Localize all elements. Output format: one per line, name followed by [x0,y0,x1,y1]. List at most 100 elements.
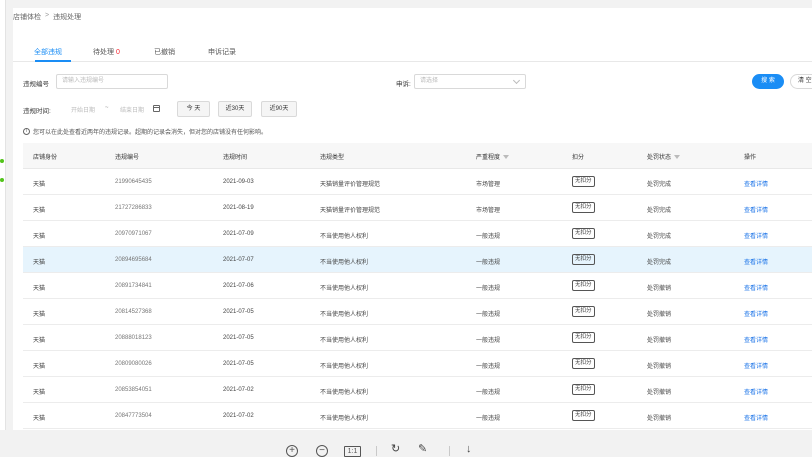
appeal-select[interactable]: 请选择 [414,74,526,89]
violation-time-label: 违规时间: [23,108,51,115]
table-row[interactable]: 天猫 20891734841 2021-07-06 不当使用他人权利 一般违规 无扣分 处罚… [23,273,812,299]
view-details-link[interactable]: 查看详情 [744,257,768,266]
col-violation-type: 违规类型 [320,155,345,161]
cell-violation-type: 不当使用他人权利 [320,260,369,266]
cell-violation-type: 不当使用他人权利 [320,286,369,292]
col-penalty-status[interactable]: 处罚状态 [647,152,681,161]
cell-violation-type: 不当使用他人权利 [320,312,369,318]
breadcrumb-separator: > [45,12,50,19]
table-row[interactable]: 天猫 20970971067 2021-07-09 不当使用他人权利 一般违规 无扣分 处罚… [23,221,812,247]
left-rail [0,0,6,430]
calendar-icon[interactable] [153,105,160,112]
violation-no-label: 违规编号 [23,81,49,88]
table-row[interactable]: 天猫 20894695684 2021-07-07 不当使用他人权利 一般违规 无扣分 处罚… [23,247,812,273]
col-penalty-status-label: 处罚状态 [647,155,672,161]
cell-shop-identity: 天猫 [33,182,46,188]
cell-violation-no: 20891734841 [115,283,152,289]
table-row[interactable]: 天猫 21727286833 2021-08-19 天猫销量评价管理规范 市场管理 无扣分… [23,195,812,221]
tab-appeal-records[interactable]: 申诉记录 [208,47,236,57]
cell-violation-no: 20888018123 [115,335,152,341]
cell-severity: 一般违规 [476,390,501,396]
view-details-link[interactable]: 查看详情 [744,231,768,240]
rotate-icon[interactable]: ↻ [391,442,400,455]
view-details-link[interactable]: 查看详情 [744,309,768,318]
cell-deduction: 无扣分 [572,280,595,291]
tab-revoked[interactable]: 已撤销 [154,47,175,57]
cell-severity: 市场管理 [476,208,501,214]
download-icon[interactable]: ↓ [466,443,472,455]
cell-violation-type: 不当使用他人权利 [320,364,369,370]
chevron-down-icon [512,76,521,85]
toolbar-divider [449,446,450,456]
cell-severity: 一般违规 [476,312,501,318]
cell-violation-type: 不当使用他人权利 [320,338,369,344]
last-30-days-chip[interactable]: 近30天 [218,101,252,117]
edit-icon[interactable]: ✎ [418,442,427,455]
info-icon: i [23,128,30,135]
cell-violation-no: 20853854051 [115,387,152,393]
table-row[interactable]: 天猫 20888018123 2021-07-05 不当使用他人权利 一般违规 无扣分 处罚… [23,325,812,351]
table-row[interactable]: 天猫 21990645435 2021-09-03 天猫销量评价管理规范 市场管理 无扣分… [23,169,812,195]
col-actions: 操作 [744,155,757,161]
cell-violation-no: 21990645435 [115,179,152,185]
view-details-link[interactable]: 查看详情 [744,283,768,292]
cell-deduction: 无扣分 [572,332,595,343]
col-shop-identity: 店铺身份 [33,155,58,161]
filter-icon[interactable] [674,154,681,159]
breadcrumb: 店铺体检 > 违规处理 [13,12,81,22]
status-dot [0,178,4,182]
cell-deduction: 无扣分 [572,228,595,239]
cell-penalty-status: 处罚撤销 [647,390,672,396]
cell-shop-identity: 天猫 [33,286,46,292]
cell-severity: 一般违规 [476,364,501,370]
cell-shop-identity: 天猫 [33,416,46,422]
view-details-link[interactable]: 查看详情 [744,413,768,422]
filter-icon[interactable] [503,154,510,159]
view-details-link[interactable]: 查看详情 [744,387,768,396]
tab-pending[interactable]: 待处理 0 [93,47,120,57]
view-details-link[interactable]: 查看详情 [744,205,768,214]
table-row[interactable]: 天猫 20809080026 2021-07-05 不当使用他人权利 一般违规 无扣分 处罚… [23,351,812,377]
view-details-link[interactable]: 查看详情 [744,179,768,188]
last-90-days-chip[interactable]: 近90天 [261,101,297,117]
zoom-in-icon[interactable]: + [286,445,298,457]
cell-violation-time: 2021-07-06 [223,283,254,289]
start-date-input[interactable]: 开始日期 [71,105,95,114]
status-dot [0,159,4,163]
cell-penalty-status: 处罚撤销 [647,312,672,318]
table-row[interactable]: 天猫 20814527368 2021-07-05 不当使用他人权利 一般违规 无扣分 处罚… [23,299,812,325]
cell-deduction: 无扣分 [572,306,595,317]
table-header: 店铺身份 违规编号 违规时间 违规类型 严重程度 扣分 处罚状态 操作 [23,143,812,169]
cell-violation-time: 2021-07-05 [223,335,254,341]
cell-violation-no: 20809080026 [115,361,152,367]
date-range-separator: ~ [105,105,109,111]
cell-deduction: 无扣分 [572,202,595,213]
col-violation-no: 违规编号 [115,155,140,161]
actual-size-icon[interactable]: 1:1 [344,446,361,457]
cell-violation-type: 天猫销量评价管理规范 [320,182,381,188]
cell-shop-identity: 天猫 [33,260,46,266]
cell-violation-time: 2021-07-05 [223,309,254,315]
cell-violation-no: 20970971067 [115,231,152,237]
reset-button[interactable]: 清 空 [790,74,812,89]
cell-shop-identity: 天猫 [33,234,46,240]
view-details-link[interactable]: 查看详情 [744,361,768,370]
violation-no-input[interactable]: 请输入违规编号 [56,74,168,89]
cell-violation-time: 2021-07-02 [223,387,254,393]
search-button[interactable]: 搜 索 [752,74,784,89]
breadcrumb-item-health[interactable]: 店铺体检 [13,12,41,22]
cell-shop-identity: 天猫 [33,338,46,344]
end-date-input[interactable]: 结束日期 [120,105,144,114]
tab-all-violations[interactable]: 全部违规 [34,47,62,57]
date-range-picker[interactable]: 开始日期 ~ 结束日期 [57,102,169,117]
table-row[interactable]: 天猫 20847773504 2021-07-02 不当使用他人权利 一般违规 无扣分 处罚… [23,403,812,429]
view-details-link[interactable]: 查看详情 [744,335,768,344]
cell-penalty-status: 处罚撤销 [647,286,672,292]
zoom-out-icon[interactable]: − [316,445,328,457]
pending-count: 0 [115,49,120,56]
table-row[interactable]: 天猫 20853854051 2021-07-02 不当使用他人权利 一般违规 无扣分 处罚… [23,377,812,403]
col-severity[interactable]: 严重程度 [476,152,510,161]
cell-violation-no: 20814527368 [115,309,152,315]
today-chip[interactable]: 今 天 [177,101,210,117]
cell-violation-no: 20894695684 [115,257,152,263]
